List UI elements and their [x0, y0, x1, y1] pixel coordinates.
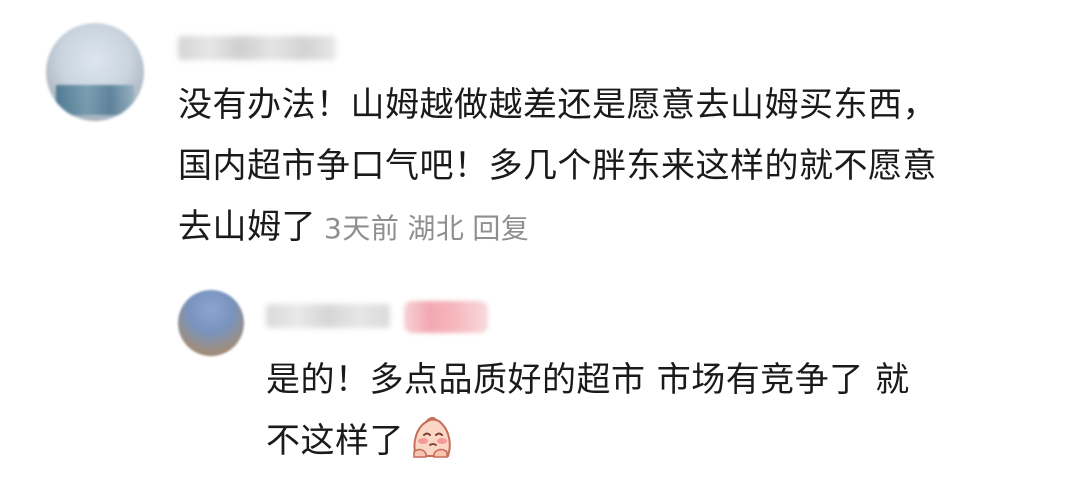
reply-text: 是的！多点品质好的超市 市场有竞争了 就不这样了: [266, 360, 910, 461]
avatar[interactable]: [178, 290, 244, 356]
blurred-username[interactable]: [266, 304, 390, 328]
reply-item: 是的！多点品质好的超市 市场有竞争了 就不这样了: [0, 0, 1080, 487]
blushing-face-icon: [408, 414, 454, 460]
reply-body: 是的！多点品质好的超市 市场有竞争了 就不这样了: [266, 350, 926, 472]
blurred-badge: [404, 301, 488, 333]
